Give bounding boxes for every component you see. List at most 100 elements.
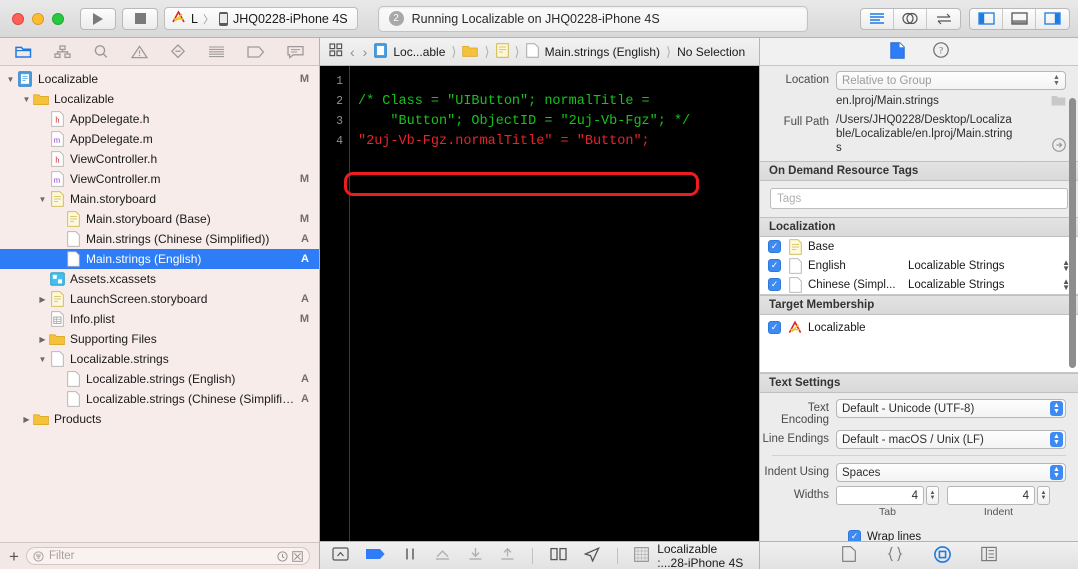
file-tree-row[interactable]: ▶ Supporting Files [0, 329, 319, 349]
location-value: Relative to Group [842, 74, 932, 87]
localization-checkbox[interactable]: ✓ [768, 240, 781, 253]
debug-navigator-icon[interactable] [208, 45, 225, 58]
localization-row[interactable]: ✓ English Localizable Strings ▲ ▼ [760, 256, 1078, 275]
breakpoint-navigator-icon[interactable] [247, 45, 265, 58]
file-tree-row[interactable]: ▼ Localizable [0, 89, 319, 109]
scheme-selector[interactable]: L 〉 JHQ0228-iPhone 4S [164, 7, 358, 30]
file-tree-row[interactable]: ▼ Localizable.strings [0, 349, 319, 369]
breakpoints-toggle-icon[interactable] [366, 548, 386, 563]
reveal-in-finder-icon[interactable] [1052, 138, 1066, 155]
tab-width-stepper[interactable]: ▲ ▼ [926, 486, 939, 505]
add-file-button[interactable]: + [9, 548, 19, 565]
disclosure-open-icon[interactable]: ▼ [36, 195, 49, 204]
file-tree-row[interactable]: ▼ Localizable M [0, 69, 319, 89]
hide-debug-area-icon[interactable] [332, 547, 349, 564]
file-tree-row[interactable]: m AppDelegate.m [0, 129, 319, 149]
encoding-popup[interactable]: Default - Unicode (UTF-8) ▲ ▼ [836, 399, 1066, 418]
simulate-location-icon[interactable] [583, 546, 600, 565]
symbol-navigator-icon[interactable] [54, 44, 71, 59]
code-content[interactable]: /* Class = "UIButton"; normalTitle = "Bu… [350, 66, 759, 541]
choose-folder-icon[interactable] [1051, 94, 1066, 109]
file-tree-row[interactable]: Main.strings (English) A [0, 249, 319, 269]
file-template-library-icon[interactable] [841, 546, 856, 565]
tab-width-input[interactable]: 4 [836, 486, 924, 505]
view-hierarchy-icon[interactable] [549, 547, 567, 564]
editor-pane: ‹ › Loc...able ⟩ ⟩ ⟩ Main.strings (Engli… [320, 38, 760, 569]
disclosure-closed-icon[interactable]: ▶ [36, 335, 49, 344]
indent-width-stepper[interactable]: ▲ ▼ [1037, 486, 1050, 505]
test-navigator-icon[interactable] [170, 44, 186, 59]
tags-placeholder: Tags [777, 192, 802, 205]
close-window-button[interactable] [12, 12, 24, 25]
project-file-tree[interactable]: ▼ Localizable M ▼ Localizable h AppDelegate.h m… [0, 66, 319, 542]
code-snippet-library-icon[interactable] [886, 546, 904, 565]
file-tree-row[interactable]: Info.plist M [0, 309, 319, 329]
wrap-lines-row[interactable]: ✓ Wrap lines [760, 522, 1078, 541]
disclosure-open-icon[interactable]: ▼ [4, 75, 17, 84]
file-tree-row[interactable]: m ViewController.m M [0, 169, 319, 189]
file-tree-row[interactable]: Main.storyboard (Base) M [0, 209, 319, 229]
maximize-window-button[interactable] [52, 12, 64, 25]
jumpbar-selection-label[interactable]: No Selection [677, 45, 745, 59]
disclosure-closed-icon[interactable]: ▶ [20, 415, 33, 424]
toggle-debug-area-button[interactable] [1003, 8, 1036, 29]
toggle-navigator-button[interactable] [970, 8, 1003, 29]
quick-help-inspector-icon[interactable]: ? [932, 42, 949, 61]
file-tree-row[interactable]: h ViewController.h [0, 149, 319, 169]
jumpbar-chevron-1-icon: ⟩ [451, 43, 457, 59]
file-tree-row[interactable]: ▶ Products [0, 409, 319, 429]
object-library-icon[interactable] [980, 546, 997, 565]
indent-using-popup[interactable]: Spaces ▲ ▼ [836, 463, 1066, 482]
file-tree-row[interactable]: h AppDelegate.h [0, 109, 319, 129]
step-into-icon[interactable] [468, 547, 483, 564]
jumpbar-file-label[interactable]: Main.strings (English) [545, 45, 660, 59]
pause-icon[interactable] [403, 547, 417, 564]
filter-input[interactable]: Filter [25, 547, 310, 565]
issue-navigator-icon[interactable] [131, 44, 148, 59]
find-navigator-icon[interactable] [93, 44, 109, 59]
file-tree-row[interactable]: ▶ LaunchScreen.storyboard A [0, 289, 319, 309]
debug-target-label[interactable]: Localizable :...28-iPhone 4S [657, 542, 747, 569]
localization-checkbox[interactable]: ✓ [768, 259, 781, 272]
wrap-lines-checkbox[interactable]: ✓ [848, 530, 861, 541]
activity-status-bar[interactable]: 2 Running Localizable on JHQ0228-iPhone … [377, 5, 808, 32]
toggle-utilities-button[interactable] [1036, 9, 1069, 29]
disclosure-open-icon[interactable]: ▼ [20, 95, 33, 104]
file-tree-row[interactable]: Main.strings (Chinese (Simplified)) A [0, 229, 319, 249]
media-library-icon[interactable] [933, 545, 951, 566]
line-endings-popup[interactable]: Default - macOS / Unix (LF) ▲ ▼ [836, 430, 1066, 449]
file-tree-row[interactable]: ▼ Main.storyboard [0, 189, 319, 209]
file-tree-row[interactable]: Localizable.strings (English) A [0, 369, 319, 389]
line-number: 2 [336, 95, 343, 108]
file-tree-row[interactable]: Localizable.strings (Chinese (Simplified… [0, 389, 319, 409]
standard-editor-button[interactable] [861, 8, 894, 29]
step-out-icon[interactable] [500, 547, 515, 564]
file-inspector-icon[interactable] [889, 41, 905, 62]
jumpbar-project-label[interactable]: Loc...able [393, 45, 445, 59]
localization-row[interactable]: ✓ Chinese (Simpl... Localizable Strings ▲ ▼ [760, 275, 1078, 294]
folder-file-icon [49, 333, 65, 346]
report-navigator-icon[interactable] [287, 45, 304, 59]
localization-row[interactable]: ✓ Base [760, 237, 1078, 256]
step-over-icon[interactable] [434, 547, 451, 564]
location-popup[interactable]: Relative to Group ▲ ▼ [836, 71, 1066, 90]
source-code-editor[interactable]: 1 2 3 4 /* Class = "UIButton"; normalTitle … [320, 66, 759, 541]
disclosure-closed-icon[interactable]: ▶ [36, 295, 49, 304]
stop-button[interactable] [122, 7, 158, 30]
assistant-editor-button[interactable] [894, 8, 927, 29]
related-items-icon[interactable] [329, 43, 343, 60]
run-button[interactable] [80, 7, 116, 30]
inspector-scrollbar[interactable] [1069, 98, 1076, 368]
version-editor-button[interactable] [927, 9, 960, 29]
minimize-window-button[interactable] [32, 12, 44, 25]
indent-width-input[interactable]: 4 [947, 486, 1035, 505]
go-forward-button[interactable]: › [362, 44, 369, 60]
localization-checkbox[interactable]: ✓ [768, 278, 781, 291]
disclosure-open-icon[interactable]: ▼ [36, 355, 49, 364]
go-back-button[interactable]: ‹ [349, 44, 356, 60]
target-membership-row[interactable]: ✓ Localizable [760, 318, 1078, 337]
target-membership-checkbox[interactable]: ✓ [768, 321, 781, 334]
file-tree-row[interactable]: Assets.xcassets [0, 269, 319, 289]
ondemand-tags-input[interactable]: Tags [770, 188, 1068, 209]
project-navigator-icon[interactable] [15, 45, 32, 59]
